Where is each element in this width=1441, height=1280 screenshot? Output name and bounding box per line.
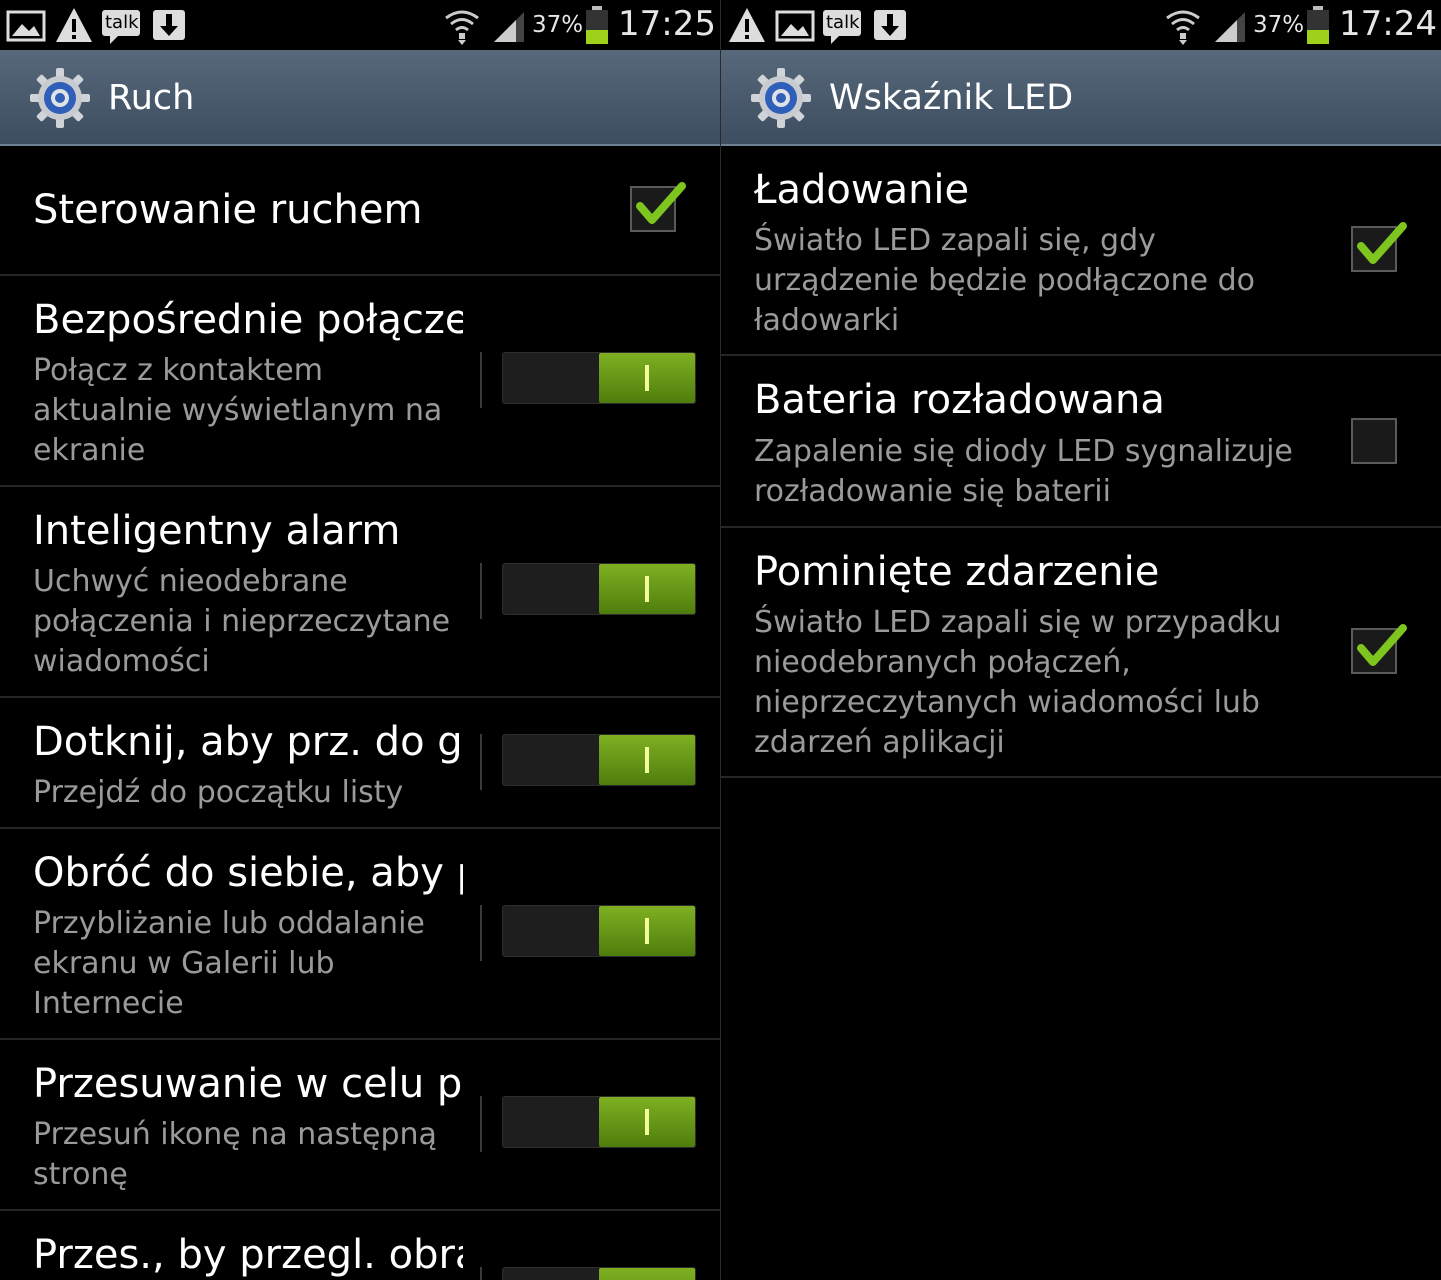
smart-alert-switch[interactable]	[502, 563, 696, 615]
download-icon	[874, 10, 906, 40]
list-item-double-tap-top[interactable]: Dotknij, aby prz. do gó Przejdź do począ…	[0, 698, 720, 829]
warning-icon	[729, 8, 765, 42]
charging-checkbox[interactable]	[1351, 222, 1407, 272]
item-title: Sterowanie ruchem	[33, 187, 423, 233]
settings-gear-icon	[30, 68, 90, 128]
battery-icon	[1307, 6, 1329, 44]
clock: 17:25	[618, 4, 716, 44]
screen-title: Ruch	[108, 78, 195, 118]
item-subtitle-line: Uchwyć nieodebrane	[33, 564, 348, 599]
led-indicator-screen: talk 37% 17:24 Wskaźnik LED Ładowanie Św…	[721, 0, 1441, 1280]
list-item-pan-to-browse[interactable]: Przes., by przegl. obra	[0, 1211, 720, 1280]
title-bar: Ruch	[0, 50, 720, 146]
list-item-battery-low[interactable]: Bateria rozładowana Zapalenie się diody …	[721, 356, 1441, 528]
item-subtitle-line: Przejdź do początku listy	[33, 775, 404, 810]
list-item-smart-alert[interactable]: Inteligentny alarm Uchwyć nieodebrane po…	[0, 487, 720, 698]
item-subtitle-line: Przybliżanie lub oddalanie	[33, 906, 425, 941]
download-icon	[153, 10, 185, 40]
list-item-direct-call[interactable]: Bezpośrednie połącze Połącz z kontaktem …	[0, 276, 720, 487]
motion-settings-screen: talk 37% 17:25 Ruch Sterowanie ruchem Be…	[0, 0, 720, 1280]
talk-label: talk	[105, 12, 139, 33]
divider	[480, 1267, 482, 1280]
list-item-charging[interactable]: Ładowanie Światło LED zapali się, gdy ur…	[721, 148, 1441, 356]
switch-knob	[599, 353, 695, 403]
motion-control-checkbox[interactable]	[630, 182, 686, 232]
item-title: Obróć do siebie, aby p	[33, 850, 463, 896]
item-subtitle-line: Przesuń ikonę na następną	[33, 1117, 437, 1152]
check-icon	[1357, 222, 1407, 264]
battery-percent: 37%	[532, 12, 584, 38]
warning-icon	[56, 8, 92, 42]
item-subtitle-line: ekranie	[33, 433, 146, 468]
item-title: Ładowanie	[754, 167, 970, 213]
list-item-motion-control[interactable]: Sterowanie ruchem	[0, 148, 720, 276]
divider	[480, 563, 482, 619]
item-subtitle-line: połączenia i nieprzeczytane	[33, 604, 451, 639]
divider	[480, 734, 482, 790]
clock: 17:24	[1339, 4, 1437, 44]
list-item-missed-event[interactable]: Pominięte zdarzenie Światło LED zapali s…	[721, 528, 1441, 778]
item-subtitle-line: Zapalenie się diody LED sygnalizuje	[754, 434, 1293, 469]
divider	[480, 352, 482, 408]
item-title: Bateria rozładowana	[754, 377, 1165, 423]
switch-knob	[599, 735, 695, 785]
signal-icon	[494, 12, 524, 42]
item-subtitle-line: rozładowanie się baterii	[754, 474, 1111, 509]
pan-to-browse-switch[interactable]	[502, 1267, 696, 1280]
direct-call-switch[interactable]	[502, 352, 696, 404]
talk-label: talk	[826, 12, 860, 33]
item-subtitle-line: ładowarki	[754, 303, 900, 338]
gallery-icon	[6, 10, 46, 42]
check-icon	[1357, 624, 1407, 666]
double-tap-top-switch[interactable]	[502, 734, 696, 786]
item-subtitle-line: aktualnie wyświetlanym na	[33, 393, 443, 428]
item-subtitle-line: zdarzeń aplikacji	[754, 725, 1005, 760]
settings-gear-icon	[751, 68, 811, 128]
item-title: Pominięte zdarzenie	[754, 549, 1160, 595]
divider	[480, 905, 482, 961]
status-bar: talk 37% 17:25	[0, 0, 720, 50]
list-item-tilt-to-zoom[interactable]: Obróć do siebie, aby p Przybliżanie lub …	[0, 829, 720, 1040]
item-subtitle-line: wiadomości	[33, 644, 210, 679]
switch-knob	[599, 1268, 695, 1280]
missed-event-checkbox[interactable]	[1351, 624, 1407, 674]
tilt-to-zoom-switch[interactable]	[502, 905, 696, 957]
item-subtitle-line: nieodebranych połączeń,	[754, 645, 1131, 680]
item-subtitle-line: urządzenie będzie podłączone do	[754, 263, 1256, 298]
item-title: Dotknij, aby prz. do gó	[33, 719, 463, 765]
switch-knob	[599, 564, 695, 614]
pan-to-move-switch[interactable]	[502, 1096, 696, 1148]
item-subtitle-line: Światło LED zapali się w przypadku	[754, 605, 1282, 640]
divider	[480, 1096, 482, 1152]
item-subtitle-line: nieprzeczytanych wiadomości lub	[754, 685, 1260, 720]
list-item-pan-to-move[interactable]: Przesuwanie w celu p Przesuń ikonę na na…	[0, 1040, 720, 1211]
battery-icon	[586, 6, 608, 44]
item-title: Przesuwanie w celu p	[33, 1061, 463, 1107]
item-subtitle-line: Internecie	[33, 986, 184, 1021]
wifi-icon	[1166, 10, 1200, 45]
item-title: Inteligentny alarm	[33, 508, 401, 554]
item-subtitle-line: stronę	[33, 1157, 128, 1192]
check-icon	[636, 182, 686, 224]
switch-knob	[599, 906, 695, 956]
wifi-icon	[445, 10, 479, 45]
item-subtitle-line: ekranu w Galerii lub	[33, 946, 335, 981]
title-bar: Wskaźnik LED	[721, 50, 1441, 146]
item-title: Bezpośrednie połącze	[33, 297, 463, 343]
item-title: Przes., by przegl. obra	[33, 1232, 463, 1278]
signal-icon	[1215, 12, 1245, 42]
status-bar: talk 37% 17:24	[721, 0, 1441, 50]
battery-percent: 37%	[1253, 12, 1305, 38]
battery-low-checkbox[interactable]	[1351, 418, 1397, 464]
gallery-icon	[775, 10, 815, 42]
item-subtitle-line: Światło LED zapali się, gdy	[754, 223, 1156, 258]
switch-knob	[599, 1097, 695, 1147]
screen-title: Wskaźnik LED	[829, 78, 1074, 118]
item-subtitle-line: Połącz z kontaktem	[33, 353, 323, 388]
